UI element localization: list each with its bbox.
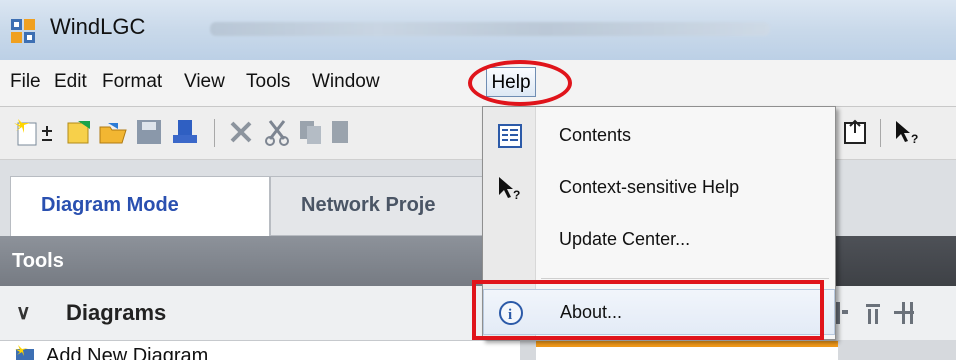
open-icon[interactable] xyxy=(64,117,94,147)
menu-file[interactable]: File xyxy=(10,71,41,93)
delete-icon[interactable] xyxy=(226,117,256,147)
tab-diagram-mode[interactable]: Diagram Mode xyxy=(10,176,270,236)
chevron-down-icon[interactable]: ∨ xyxy=(16,286,31,340)
window-title: WindLGC xyxy=(50,14,146,39)
paste-icon[interactable] xyxy=(330,117,350,147)
context-help-toolbar-icon[interactable]: ? xyxy=(892,117,922,147)
contents-icon xyxy=(498,124,522,148)
dropdown-arrow-icon[interactable] xyxy=(38,117,56,147)
export-icon[interactable] xyxy=(840,117,870,147)
app-icon xyxy=(11,19,35,43)
open-folder-icon[interactable] xyxy=(98,117,128,147)
print-icon[interactable] xyxy=(170,117,200,147)
add-new-diagram-item[interactable]: Add New Diagram xyxy=(0,341,520,360)
new-diagram-small-icon xyxy=(15,345,34,360)
menu-view[interactable]: View xyxy=(184,71,225,93)
tab-network-project[interactable]: Network Proje xyxy=(270,176,500,236)
menu-item-context-help[interactable]: ? Context-sensitive Help xyxy=(483,165,835,211)
copy-icon[interactable] xyxy=(296,117,326,147)
annotation-box-about xyxy=(472,280,824,340)
svg-text:?: ? xyxy=(911,132,918,146)
add-new-diagram-label: Add New Diagram xyxy=(46,345,209,360)
blurred-title-text xyxy=(210,22,770,36)
menu-item-update-center-label: Update Center... xyxy=(559,229,691,249)
tools-panel-header: Tools xyxy=(0,236,520,286)
diagrams-section-label: Diagrams xyxy=(66,300,167,325)
annotation-circle-help xyxy=(468,60,572,106)
editor-tool-icons[interactable] xyxy=(834,300,944,326)
save-icon[interactable] xyxy=(134,117,164,147)
cut-icon[interactable] xyxy=(262,117,292,147)
menu-item-update-center[interactable]: Update Center... xyxy=(483,217,835,263)
title-bar: WindLGC xyxy=(0,0,956,60)
svg-text:?: ? xyxy=(513,188,520,201)
menu-item-contents-label: Contents xyxy=(559,125,632,145)
menu-tools[interactable]: Tools xyxy=(246,71,290,93)
menu-edit[interactable]: Edit xyxy=(54,71,87,93)
menu-window[interactable]: Window xyxy=(312,71,380,93)
context-help-icon: ? xyxy=(499,177,520,201)
diagram-tab-strip xyxy=(536,341,838,360)
menu-format[interactable]: Format xyxy=(102,71,162,93)
menu-item-contents[interactable]: Contents xyxy=(483,113,835,159)
menu-item-context-help-label: Context-sensitive Help xyxy=(559,177,740,197)
diagrams-section[interactable]: ∨ Diagrams xyxy=(0,286,520,341)
menu-separator xyxy=(541,278,829,279)
